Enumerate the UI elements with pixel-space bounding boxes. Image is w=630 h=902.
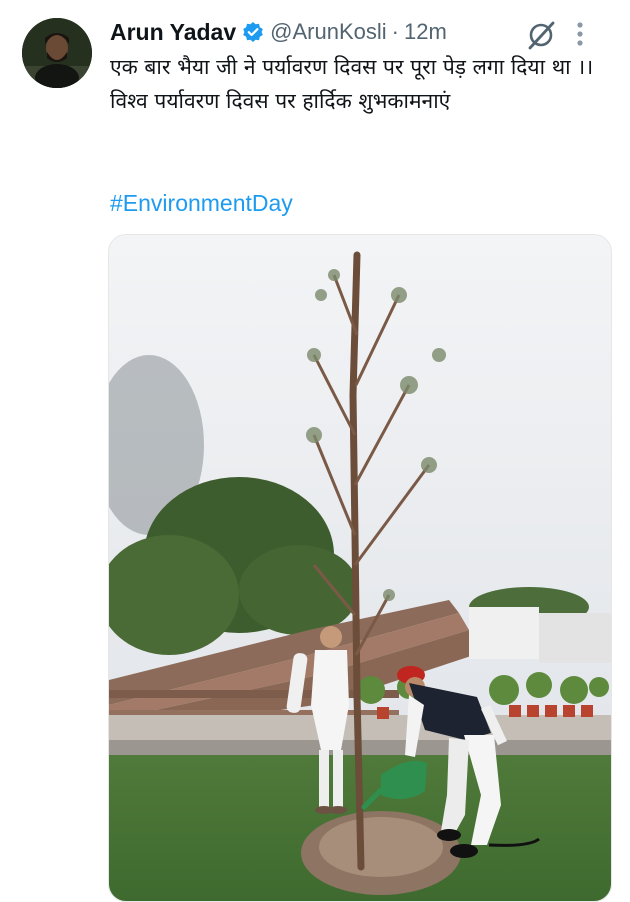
tweet-text-line1: एक बार भैया जी ने पर्यावरण दिवस पर पूरा … xyxy=(110,55,594,79)
tree-planting-photo xyxy=(109,235,611,901)
avatar-image xyxy=(22,18,92,88)
grok-icon[interactable] xyxy=(524,18,558,52)
author-name[interactable]: Arun Yadav xyxy=(110,19,236,46)
more-options-icon[interactable] xyxy=(574,20,586,48)
timestamp[interactable]: 12m xyxy=(404,19,447,45)
tweet-photo[interactable] xyxy=(108,234,612,902)
verified-badge-icon xyxy=(242,21,264,43)
avatar[interactable] xyxy=(22,18,92,88)
separator-dot: · xyxy=(391,19,399,44)
tweet-text: एक बार भैया जी ने पर्यावरण दिवस पर पूरा … xyxy=(110,50,600,118)
tweet-text-line2: विश्व पर्यावरण दिवस पर हार्दिक शुभकामनाए… xyxy=(110,89,451,113)
hashtag-link[interactable]: #EnvironmentDay xyxy=(110,190,293,217)
tweet-header: Arun Yadav @ArunKosli · 12m xyxy=(110,14,610,50)
author-handle[interactable]: @ArunKosli xyxy=(270,19,387,45)
